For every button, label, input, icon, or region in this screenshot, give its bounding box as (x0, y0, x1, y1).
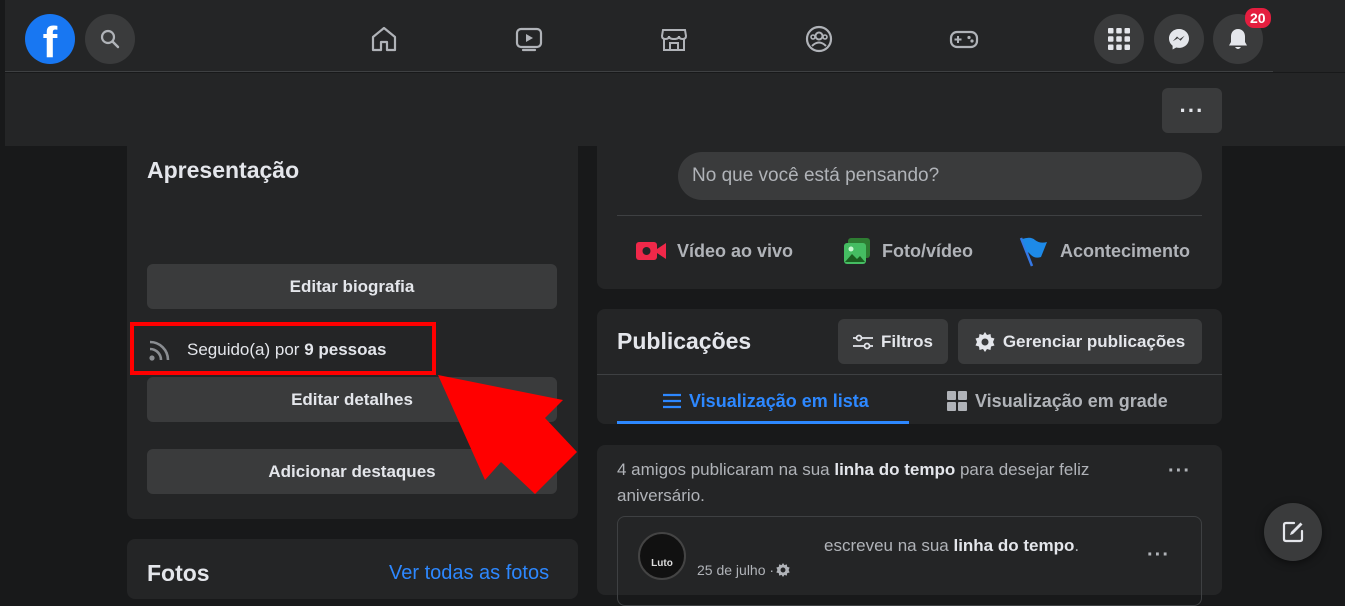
list-icon (663, 393, 681, 409)
live-video-button[interactable]: Vídeo ao vivo (635, 236, 793, 266)
posts-divider (597, 374, 1222, 375)
red-arrow-annotation (438, 375, 577, 494)
avatar-text: Luto (651, 557, 673, 569)
filters-button[interactable]: Filtros (838, 319, 948, 364)
avatar[interactable]: Luto (638, 532, 686, 580)
intro-title: Apresentação (147, 157, 300, 183)
filters-label: Filtros (881, 331, 933, 351)
grid-icon (947, 391, 967, 411)
composer-input[interactable]: No que você está pensando? (678, 152, 1202, 200)
manage-posts-button[interactable]: Gerenciar publicações (958, 319, 1202, 364)
bell-icon (1229, 29, 1247, 49)
gear-icon (776, 563, 790, 577)
life-event-button[interactable]: Acontecimento (1018, 236, 1191, 267)
nav-watch[interactable] (504, 14, 554, 64)
compose-icon (1282, 521, 1304, 543)
posts-title: Publicações (617, 328, 752, 354)
active-tab-indicator (617, 421, 909, 424)
top-bar-edge (1273, 0, 1345, 72)
post-action-end: . (1074, 536, 1080, 555)
post-meta: 25 de julho · (697, 562, 790, 578)
nav-marketplace[interactable] (649, 14, 699, 64)
photos-title: Fotos (147, 560, 210, 586)
profile-tabs-bar (5, 73, 1345, 146)
notification-badge: 20 (1245, 8, 1271, 28)
tab-grid-view[interactable]: Visualização em grade (947, 388, 1168, 414)
photo-video-label: Foto/vídeo (882, 240, 973, 261)
nav-groups[interactable] (794, 14, 844, 64)
highlight-box (130, 322, 436, 375)
home-icon (371, 26, 397, 52)
post-options-button[interactable]: ··· (1147, 544, 1170, 567)
post-action: escreveu na sua (824, 536, 954, 555)
menu-button[interactable] (1094, 14, 1144, 64)
search-icon (100, 29, 120, 49)
photo-video-button[interactable]: Foto/vídeo (842, 236, 973, 266)
post-action-text: escreveu na sua linha do tempo. (824, 536, 1079, 556)
new-message-button[interactable] (1264, 503, 1322, 561)
watch-icon (515, 27, 543, 52)
photo-icon (844, 238, 870, 264)
post-date[interactable]: 25 de julho · (697, 562, 774, 578)
feed-summary-part1: 4 amigos publicaram na sua (617, 460, 835, 479)
feed-options-button[interactable]: ··· (1168, 460, 1191, 483)
manage-label: Gerenciar publicações (1002, 331, 1186, 351)
menu-grid-icon (1108, 28, 1130, 50)
more-options-button[interactable]: ··· (1162, 88, 1222, 133)
nav-home[interactable] (359, 14, 409, 64)
groups-icon (805, 25, 833, 53)
facebook-logo[interactable]: f (25, 14, 75, 67)
gear-icon (975, 331, 995, 352)
logo-letter: f (42, 18, 58, 67)
marketplace-icon (660, 29, 688, 51)
timeline-post (617, 516, 1202, 606)
nav-gaming[interactable] (939, 14, 989, 64)
event-label: Acontecimento (1060, 240, 1191, 261)
filter-icon (853, 334, 874, 349)
messenger-icon (1169, 29, 1189, 50)
flag-icon (1019, 237, 1047, 267)
live-video-icon (636, 242, 666, 260)
tab-list-view[interactable]: Visualização em lista (663, 388, 869, 414)
feed-summary: 4 amigos publicaram na sua linha do temp… (617, 457, 1157, 509)
tab-grid-label: Visualização em grade (975, 390, 1168, 411)
edit-bio-button[interactable]: Editar biografia (147, 264, 557, 309)
timeline-link[interactable]: linha do tempo (834, 460, 955, 479)
live-video-label: Vídeo ao vivo (677, 240, 794, 261)
tab-list-label: Visualização em lista (689, 390, 869, 411)
search-button[interactable] (85, 14, 135, 64)
messenger-button[interactable] (1154, 14, 1204, 64)
post-timeline-link[interactable]: linha do tempo (953, 536, 1074, 555)
gaming-icon (949, 30, 979, 49)
composer-divider (617, 215, 1202, 216)
